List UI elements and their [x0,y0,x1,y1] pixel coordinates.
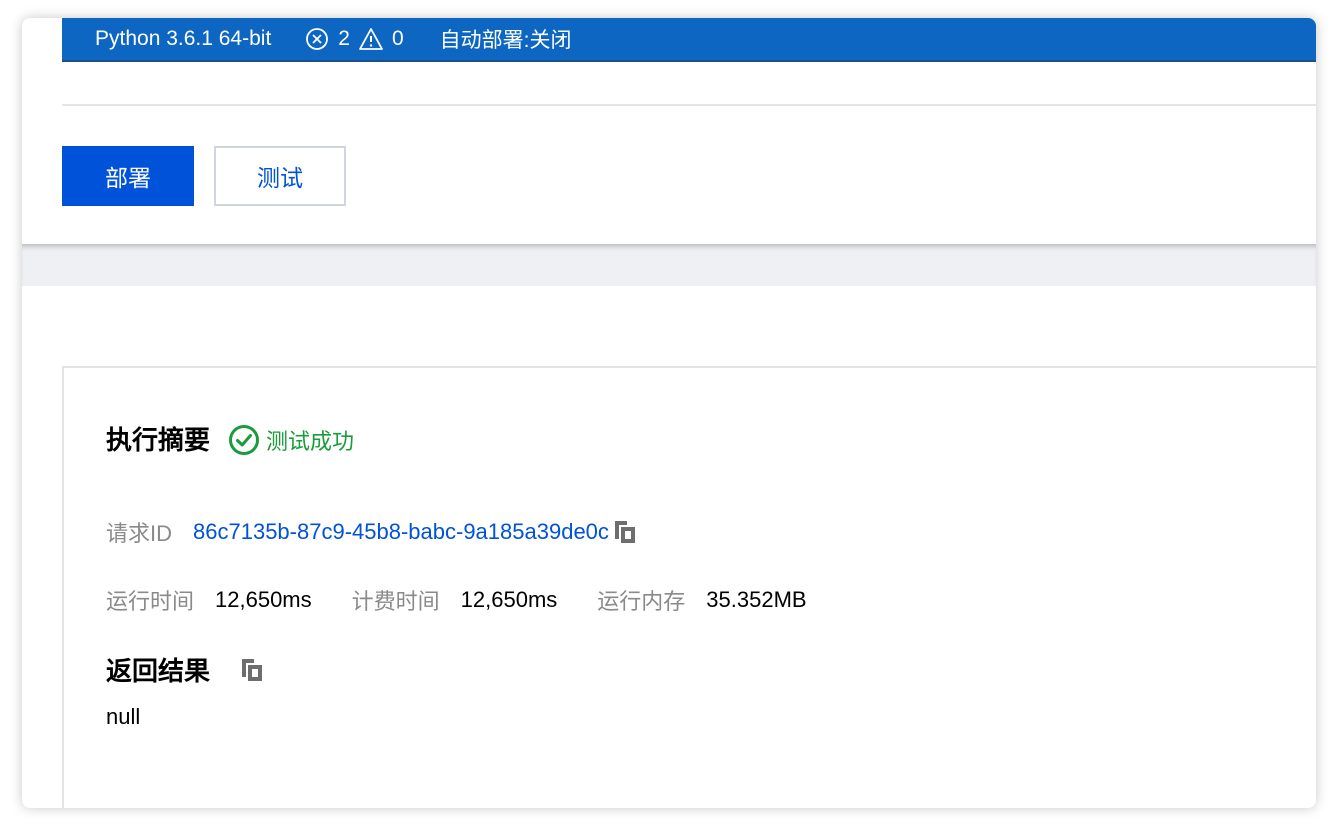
request-id-label: 请求ID [106,521,173,546]
error-circle-icon [304,26,330,52]
return-value: null [106,704,141,729]
copy-icon[interactable] [240,657,264,683]
memory-value: 35.352MB [706,587,807,612]
deploy-button[interactable]: 部署 [62,146,194,206]
problems-indicator[interactable]: 2 0 [304,26,411,52]
warning-triangle-icon [358,26,384,52]
status-bar: Python 3.6.1 64-bit 2 0 自动部署:关闭 [62,18,1316,62]
test-button[interactable]: 测试 [214,146,346,206]
execution-result-panel: 执行摘要 测试成功 请求ID 86c7135b-87c9-45b8-babc-9… [62,366,1316,808]
warning-count: 0 [391,27,404,50]
check-circle-icon [228,424,260,456]
metrics-row: 运行时间 12,650ms 计费时间 12,650ms 运行内存 35.352M… [106,584,847,616]
auto-deploy-status[interactable]: 自动部署:关闭 [440,24,572,54]
copy-icon[interactable] [613,519,637,545]
status-text: 测试成功 [266,429,355,454]
memory-label: 运行内存 [597,589,686,614]
python-version[interactable]: Python 3.6.1 64-bit [95,27,271,51]
run-time-value: 12,650ms [215,587,312,612]
request-id-value[interactable]: 86c7135b-87c9-45b8-babc-9a185a39de0c [193,519,609,545]
error-count: 2 [338,27,350,50]
request-id-row: 请求ID 86c7135b-87c9-45b8-babc-9a185a39de0… [106,516,637,548]
divider [62,104,1316,106]
status-badge: 测试成功 [228,424,354,456]
section-gap [22,244,1316,286]
editor-window: Python 3.6.1 64-bit 2 0 自动部署:关闭 部署 测试 执行… [22,18,1316,808]
billed-time-label: 计费时间 [351,589,440,614]
billed-time-value: 12,650ms [460,587,558,612]
summary-title: 执行摘要 [106,425,211,455]
run-time-label: 运行时间 [106,589,195,614]
return-result-title: 返回结果 [106,651,264,688]
return-title-label: 返回结果 [106,656,211,686]
